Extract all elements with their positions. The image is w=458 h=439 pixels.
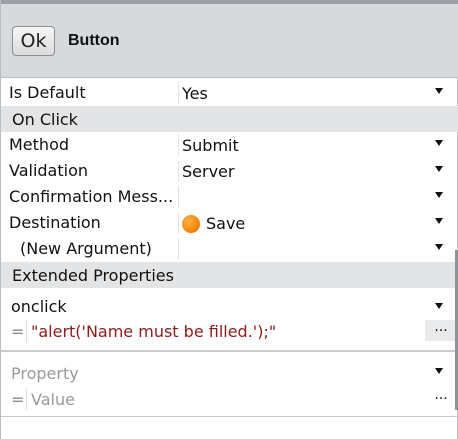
chevron-down-icon[interactable]	[435, 368, 443, 374]
chevron-down-icon[interactable]	[435, 88, 443, 94]
value-divider	[26, 388, 27, 410]
chevron-down-icon[interactable]	[435, 244, 443, 250]
section-label: Extended Properties	[12, 266, 174, 285]
chevron-down-icon[interactable]	[435, 166, 443, 172]
property-grid: Is Default Yes On Click Method Submit Va…	[1, 80, 458, 288]
property-label: Is Default	[9, 83, 86, 102]
value-divider	[26, 320, 27, 342]
equals-sign: =	[11, 322, 25, 341]
column-divider	[178, 160, 179, 182]
orange-circle-icon	[182, 214, 200, 233]
row-validation[interactable]: Validation Server	[1, 158, 458, 184]
property-name-select[interactable]: onclick	[11, 297, 67, 316]
column-divider	[178, 212, 179, 234]
row-confirmation-message[interactable]: Confirmation Mess...	[1, 184, 458, 210]
panel-header: Ok Button	[1, 0, 458, 78]
property-label: (New Argument)	[20, 239, 152, 258]
section-on-click: On Click	[1, 106, 458, 132]
section-extended-properties: Extended Properties	[1, 262, 458, 288]
panel-title: Button	[68, 32, 120, 49]
extended-property-onclick: onclick = "alert('Name must be filled.')…	[1, 294, 458, 350]
ellipsis-button[interactable]: ...	[425, 388, 457, 409]
destination-value: Save	[206, 214, 246, 233]
column-divider	[178, 238, 179, 260]
property-value[interactable]: Save	[182, 214, 245, 233]
equals-sign: =	[11, 390, 25, 409]
property-label: Destination	[9, 213, 101, 232]
row-is-default[interactable]: Is Default Yes	[1, 80, 458, 106]
row-method[interactable]: Method Submit	[1, 132, 458, 158]
chevron-down-icon[interactable]	[435, 140, 443, 146]
property-label: Confirmation Mess...	[9, 187, 174, 206]
property-label: Method	[9, 135, 70, 154]
property-panel: Ok Button Is Default Yes On Click Method…	[0, 0, 458, 439]
property-value-input[interactable]: "alert('Name must be filled.');"	[31, 322, 276, 341]
section-label: On Click	[12, 110, 78, 129]
row-destination[interactable]: Destination Save	[1, 210, 458, 236]
column-divider	[178, 134, 179, 156]
ok-button-preview[interactable]: Ok	[12, 26, 55, 56]
chevron-down-icon[interactable]	[435, 303, 443, 309]
property-name-select[interactable]: Property	[11, 364, 79, 383]
divider	[1, 416, 458, 417]
property-value[interactable]: Submit	[182, 136, 239, 155]
chevron-down-icon[interactable]	[435, 218, 443, 224]
ellipsis-button[interactable]: ...	[425, 320, 457, 341]
row-new-argument[interactable]: (New Argument)	[1, 236, 458, 262]
property-value[interactable]: Server	[182, 162, 234, 181]
extended-property-new: Property = Value ...	[1, 360, 458, 416]
column-divider	[178, 186, 179, 208]
property-label: Validation	[9, 161, 89, 180]
property-value-input[interactable]: Value	[31, 390, 75, 409]
property-value[interactable]: Yes	[182, 84, 208, 103]
chevron-down-icon[interactable]	[435, 192, 443, 198]
divider	[1, 350, 458, 352]
column-divider	[178, 82, 179, 104]
